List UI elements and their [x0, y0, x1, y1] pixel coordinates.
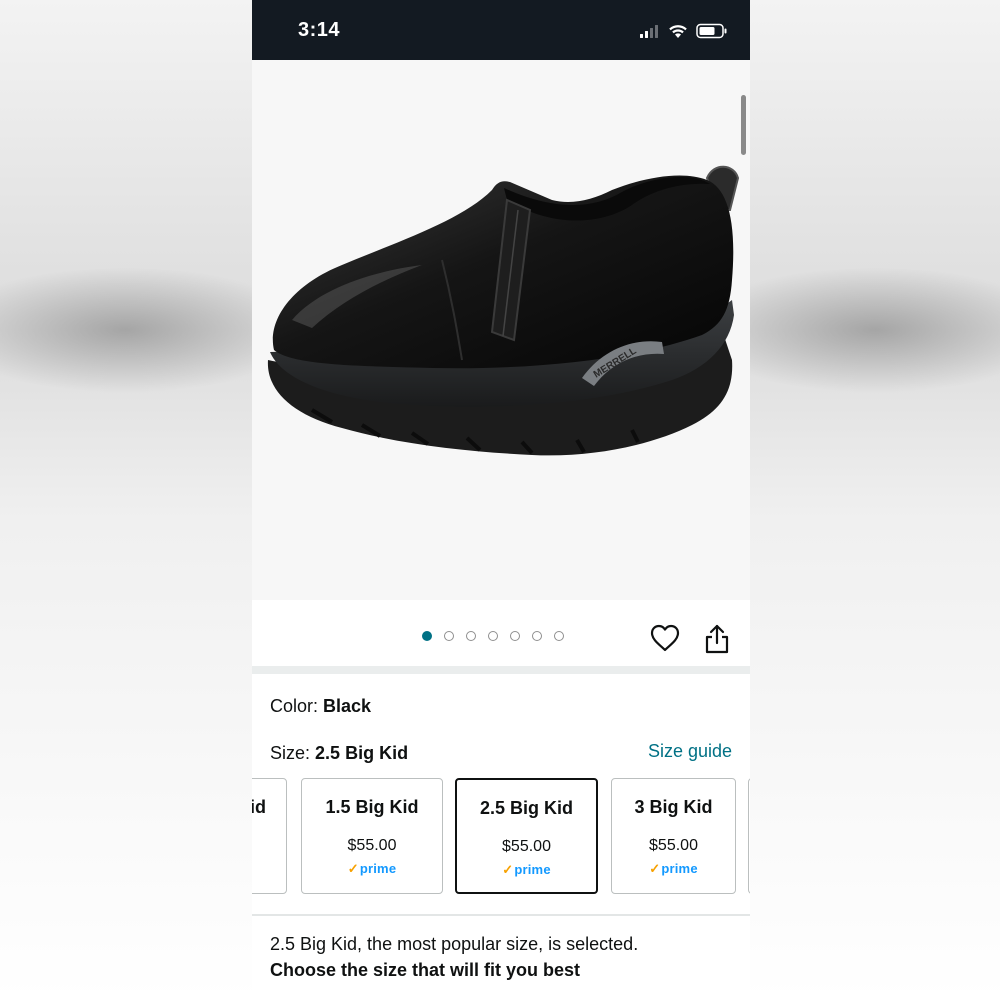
carousel-dot-1[interactable] — [422, 631, 432, 641]
size-options: id 1.5 Big Kid $55.00 ✓prime 2.5 Big Kid… — [252, 778, 750, 896]
size-value: 2.5 Big Kid — [315, 743, 409, 763]
status-icons — [640, 20, 728, 42]
phone-screen: 3:14 MERRELL Color: Black Size: 2.5 Big … — [252, 0, 750, 1000]
size-selection: Size: 2.5 Big Kid — [270, 743, 408, 764]
size-tile-label: 3 Big Kid — [634, 797, 713, 817]
share-icon[interactable] — [704, 624, 730, 654]
prime-label: prime — [359, 861, 397, 876]
scroll-indicator[interactable] — [741, 95, 746, 155]
size-guide-link[interactable]: Size guide — [648, 741, 732, 762]
size-tile-label: 1.5 Big Kid — [325, 797, 419, 817]
carousel-dots — [422, 631, 564, 641]
carousel-dot-7[interactable] — [554, 631, 564, 641]
prime-label: prime — [661, 861, 698, 876]
cellular-signal-icon — [640, 25, 658, 38]
size-tile-label: id — [252, 797, 266, 817]
selected-size-note: 2.5 Big Kid, the most popular size, is s… — [270, 934, 639, 954]
color-label: Color: — [270, 696, 319, 716]
heart-icon[interactable] — [650, 624, 680, 652]
size-tile-3[interactable]: 3 Big Kid $55.00 ✓prime — [611, 778, 736, 894]
size-label: Size: — [270, 743, 311, 763]
size-tile-2-5[interactable]: 2.5 Big Kid $55.00 ✓prime — [455, 778, 598, 894]
wifi-icon — [669, 24, 687, 38]
product-details: Color: Black Size: 2.5 Big Kid Size guid… — [252, 674, 750, 1000]
color-value: Black — [323, 696, 372, 716]
carousel-dot-4[interactable] — [488, 631, 498, 641]
carousel-dot-5[interactable] — [510, 631, 520, 641]
color-selection: Color: Black — [270, 696, 371, 717]
prime-badge: ✓prime — [457, 862, 596, 878]
prime-check-icon: ✓ — [649, 861, 661, 876]
size-tile-1-5[interactable]: 1.5 Big Kid $55.00 ✓prime — [301, 778, 443, 894]
prime-badge: ✓prime — [302, 861, 442, 877]
carousel-dot-2[interactable] — [444, 631, 454, 641]
carousel-dot-6[interactable] — [532, 631, 542, 641]
prime-label: prime — [514, 862, 551, 877]
image-carousel-controls — [252, 600, 750, 666]
status-bar: 3:14 — [252, 0, 750, 60]
carousel-dot-3[interactable] — [466, 631, 476, 641]
fit-note: Choose the size that will fit you best — [270, 960, 581, 980]
section-divider — [252, 666, 750, 674]
size-tile-label: 2.5 Big Kid — [479, 798, 573, 818]
prime-check-icon: ✓ — [347, 861, 359, 876]
size-tile-price: $55.00 — [347, 837, 397, 854]
size-tile-partial-left[interactable]: id — [252, 778, 287, 894]
size-tile-price: $55.00 — [502, 838, 551, 855]
prime-badge: ✓prime — [612, 861, 735, 877]
product-image[interactable]: MERRELL — [252, 60, 750, 600]
status-time: 3:14 — [298, 19, 341, 41]
shoe-image: MERRELL — [267, 165, 740, 456]
prime-check-icon: ✓ — [502, 862, 514, 877]
size-tile-price: $55.00 — [649, 837, 698, 854]
divider — [252, 914, 750, 916]
battery-icon — [696, 23, 727, 39]
size-tile-partial-right[interactable] — [748, 778, 750, 894]
